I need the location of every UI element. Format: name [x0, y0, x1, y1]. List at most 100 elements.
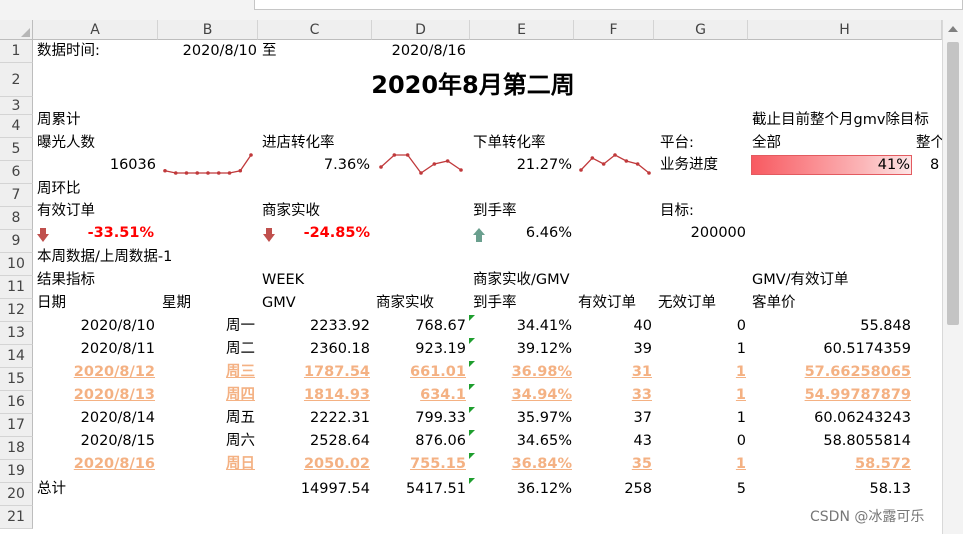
cell-date[interactable]: 2020/8/13	[37, 384, 155, 406]
column-header-b[interactable]: B	[158, 20, 258, 40]
cell-income[interactable]: 755.15	[372, 453, 466, 475]
cell-gmv[interactable]: 2360.18	[258, 338, 370, 360]
cell-weekday[interactable]: 周三	[162, 361, 255, 383]
column-header-e[interactable]: E	[470, 20, 574, 40]
cell-rate[interactable]: 35.97%	[470, 407, 572, 429]
formula-input[interactable]	[254, 0, 963, 10]
column-header-c[interactable]: C	[258, 20, 372, 40]
header-valid-orders: 有效订单	[578, 295, 636, 311]
cell-valid[interactable]: 33	[574, 384, 652, 406]
cell-aov[interactable]: 60.06243243	[748, 407, 911, 429]
cell-aov[interactable]: 58.572	[748, 453, 911, 475]
down-arrow-icon	[263, 228, 275, 242]
cell-income[interactable]: 768.67	[372, 315, 466, 337]
cell-gmv[interactable]: 1814.93	[258, 384, 370, 406]
row-header-16[interactable]: 16	[0, 391, 33, 414]
cell-gmv[interactable]: 2528.64	[258, 430, 370, 452]
scrollbar-thumb[interactable]	[947, 42, 959, 325]
down-arrow-icon	[37, 228, 49, 242]
cell-valid[interactable]: 43	[574, 430, 652, 452]
row-header-2[interactable]: 2	[0, 63, 33, 97]
cell-rate[interactable]: 36.98%	[470, 361, 572, 383]
column-header-a[interactable]: A	[33, 20, 158, 40]
exposure-sparkline	[163, 153, 253, 175]
row-header-11[interactable]: 11	[0, 276, 33, 299]
cell-weekday[interactable]: 周五	[162, 407, 255, 429]
row-header-19[interactable]: 19	[0, 460, 33, 483]
row-header-17[interactable]: 17	[0, 414, 33, 437]
row-header-13[interactable]: 13	[0, 322, 33, 345]
row-header-10[interactable]: 10	[0, 253, 33, 276]
cell-valid[interactable]: 39	[574, 338, 652, 360]
cell-invalid[interactable]: 1	[654, 384, 746, 406]
scroll-up-icon[interactable]	[948, 26, 958, 32]
cell-date[interactable]: 2020/8/10	[37, 315, 155, 337]
cell-weekday[interactable]: 周四	[162, 384, 255, 406]
cell-income[interactable]: 923.19	[372, 338, 466, 360]
cell-invalid[interactable]: 1	[654, 453, 746, 475]
row-header-21[interactable]: 21	[0, 506, 33, 529]
cell-date[interactable]: 2020/8/12	[37, 361, 155, 383]
cell-income[interactable]: 799.33	[372, 407, 466, 429]
select-all-corner[interactable]	[0, 20, 33, 40]
cell-weekday[interactable]: 周一	[162, 315, 255, 337]
cell-income[interactable]: 661.01	[372, 361, 466, 383]
cell-invalid[interactable]: 1	[654, 361, 746, 383]
sparkline-point	[579, 168, 583, 172]
total-income: 5417.51	[406, 481, 466, 497]
cell-gmv[interactable]: 2222.31	[258, 407, 370, 429]
total-valid-orders: 258	[624, 481, 652, 497]
cell-invalid[interactable]: 0	[654, 430, 746, 452]
cell-aov[interactable]: 57.66258065	[748, 361, 911, 383]
row-header-20[interactable]: 20	[0, 483, 33, 506]
cell-rate[interactable]: 36.84%	[470, 453, 572, 475]
cell-invalid[interactable]: 1	[654, 338, 746, 360]
cell-rate[interactable]: 34.94%	[470, 384, 572, 406]
cell-rate[interactable]: 34.41%	[470, 315, 572, 337]
cell-weekday[interactable]: 周六	[162, 430, 255, 452]
cell-gmv[interactable]: 2233.92	[258, 315, 370, 337]
cell-date[interactable]: 2020/8/15	[37, 430, 155, 452]
row-header-7[interactable]: 7	[0, 184, 33, 207]
row-header-6[interactable]: 6	[0, 161, 33, 184]
cell-valid[interactable]: 40	[574, 315, 652, 337]
cell-weekday[interactable]: 周二	[162, 338, 255, 360]
row-header-5[interactable]: 5	[0, 138, 33, 161]
row-header-4[interactable]: 4	[0, 115, 33, 138]
column-header-g[interactable]: G	[654, 20, 748, 40]
row-header-1[interactable]: 1	[0, 40, 33, 63]
column-header-h[interactable]: H	[748, 20, 942, 40]
row-header-15[interactable]: 15	[0, 368, 33, 391]
cell-gmv[interactable]: 1787.54	[258, 361, 370, 383]
cell-aov[interactable]: 60.5174359	[748, 338, 911, 360]
cell-invalid[interactable]: 0	[654, 315, 746, 337]
vertical-scrollbar[interactable]	[942, 20, 963, 534]
column-header-f[interactable]: F	[574, 20, 654, 40]
platform-label: 平台:	[660, 135, 694, 151]
cell-date[interactable]: 2020/8/16	[37, 453, 155, 475]
cell-rate[interactable]: 39.12%	[470, 338, 572, 360]
row-header-14[interactable]: 14	[0, 345, 33, 368]
cell-weekday[interactable]: 周日	[162, 453, 255, 475]
total-rate: 36.12%	[516, 481, 572, 497]
cell-date[interactable]: 2020/8/14	[37, 407, 155, 429]
cell-aov[interactable]: 54.99787879	[748, 384, 911, 406]
cell-aov[interactable]: 58.8055814	[748, 430, 911, 452]
row-header-18[interactable]: 18	[0, 437, 33, 460]
row-header-8[interactable]: 8	[0, 207, 33, 230]
cell-aov[interactable]: 55.848	[748, 315, 911, 337]
cell-income[interactable]: 634.1	[372, 384, 466, 406]
row-header-3[interactable]: 3	[0, 97, 33, 115]
cell-invalid[interactable]: 1	[654, 407, 746, 429]
cell-valid[interactable]: 35	[574, 453, 652, 475]
cell-date[interactable]: 2020/8/11	[37, 338, 155, 360]
row-header-12[interactable]: 12	[0, 299, 33, 322]
weekly-section-label: 周累计	[37, 112, 81, 128]
cell-gmv[interactable]: 2050.02	[258, 453, 370, 475]
row-header-9[interactable]: 9	[0, 230, 33, 253]
cell-valid[interactable]: 37	[574, 407, 652, 429]
cell-rate[interactable]: 34.65%	[470, 430, 572, 452]
column-header-d[interactable]: D	[372, 20, 470, 40]
cell-valid[interactable]: 31	[574, 361, 652, 383]
cell-income[interactable]: 876.06	[372, 430, 466, 452]
